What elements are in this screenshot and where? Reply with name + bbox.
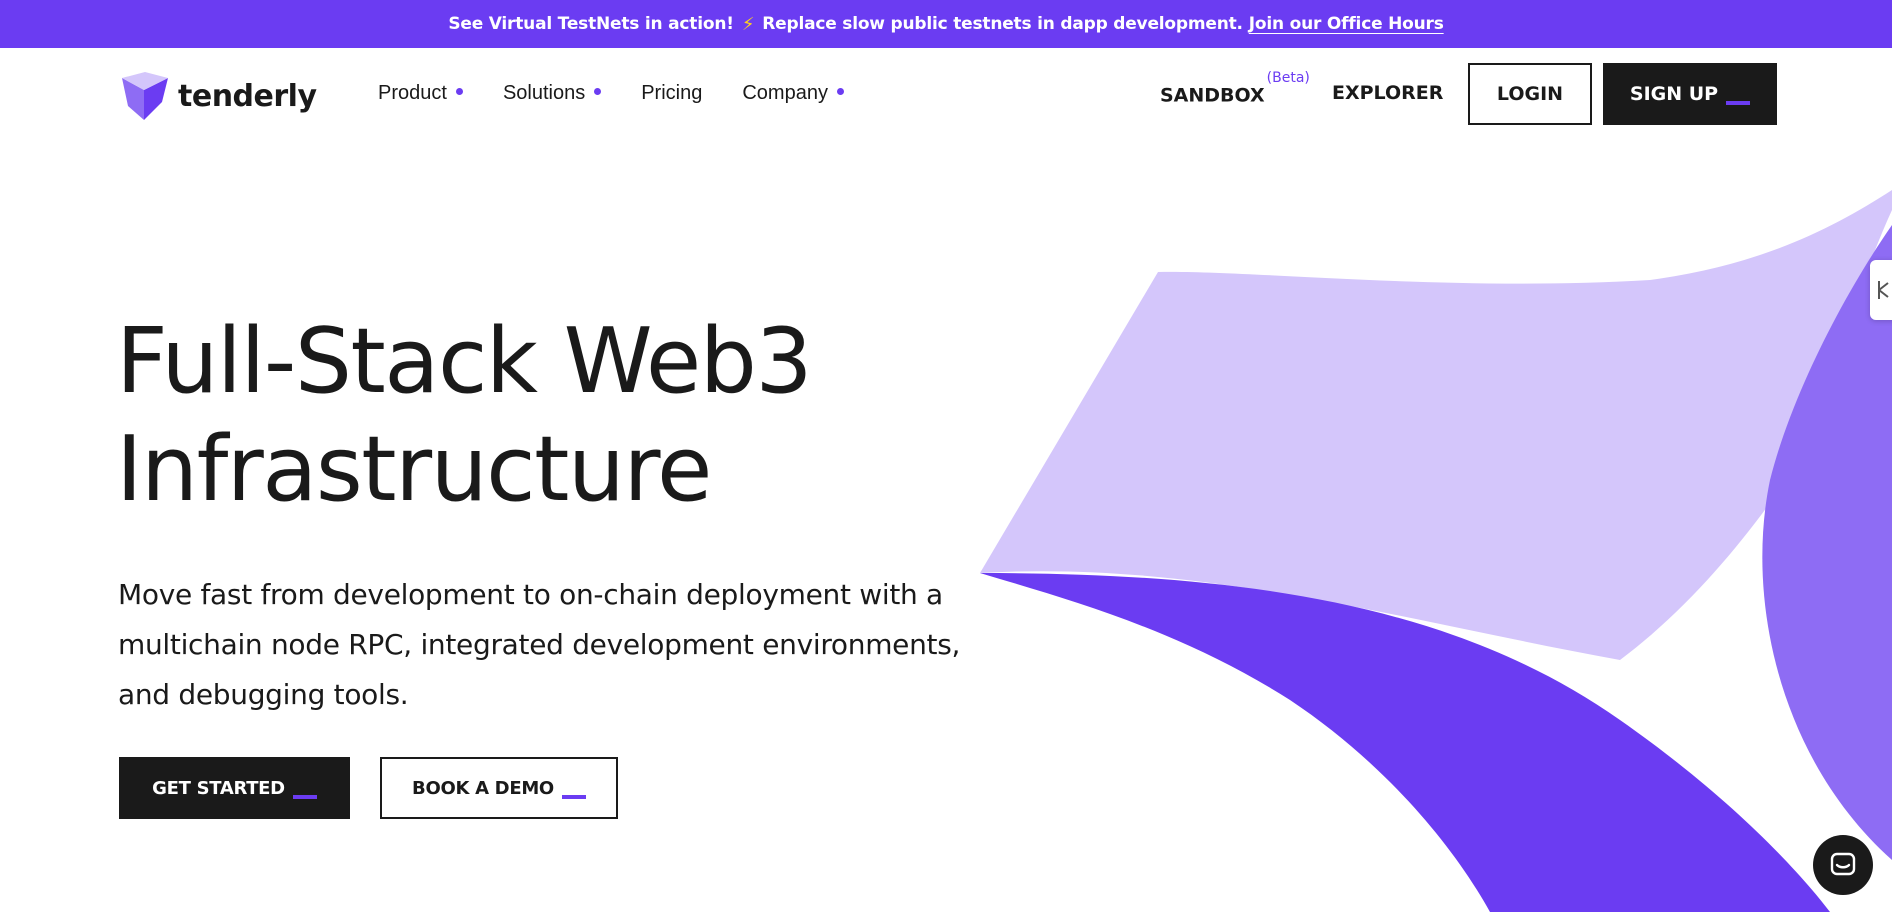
menu-item-solutions[interactable]: Solutions bbox=[502, 82, 602, 105]
menu-item-pricing[interactable]: Pricing bbox=[641, 82, 702, 105]
login-button[interactable]: LOGIN bbox=[1468, 63, 1592, 125]
dropdown-dot-icon bbox=[455, 88, 463, 95]
signup-button[interactable]: SIGN UP bbox=[1603, 63, 1777, 125]
menu-item-company[interactable]: Company bbox=[742, 82, 844, 105]
menu-item-label: Company bbox=[742, 82, 828, 104]
side-toolbar-tab[interactable] bbox=[1870, 260, 1892, 320]
toolbar-icon bbox=[1878, 281, 1889, 299]
menu-item-label: Product bbox=[378, 82, 447, 104]
underscore-accent-icon bbox=[561, 795, 586, 799]
beta-badge: (Beta) bbox=[1266, 70, 1310, 86]
tenderly-logo-icon bbox=[122, 72, 168, 120]
banner-text: See Virtual TestNets in action! bbox=[448, 14, 734, 34]
dropdown-dot-icon bbox=[836, 88, 844, 95]
announcement-banner: See Virtual TestNets in action! ⚡ Replac… bbox=[0, 0, 1892, 48]
underscore-accent-icon bbox=[292, 795, 317, 799]
headline-line-1: Full-Stack Web3 bbox=[116, 309, 813, 414]
menu-item-label: Solutions bbox=[502, 82, 586, 104]
logo[interactable]: tenderly bbox=[122, 72, 317, 120]
main-menu: Product Solutions Pricing Company bbox=[378, 82, 884, 105]
underscore-accent-icon bbox=[1726, 101, 1751, 105]
book-demo-label: BOOK A DEMO bbox=[412, 777, 554, 799]
hero-subtext: Move fast from development to on-chain d… bbox=[118, 578, 961, 711]
hero-headline: Full-Stack Web3 Infrastructure bbox=[116, 308, 1016, 524]
lightning-icon: ⚡ bbox=[741, 13, 755, 35]
office-hours-link[interactable]: Join our Office Hours bbox=[1249, 14, 1444, 34]
get-started-button[interactable]: GET STARTED bbox=[119, 757, 350, 819]
banner-text-secondary: Replace slow public testnets in dapp dev… bbox=[762, 14, 1243, 34]
menu-item-product[interactable]: Product bbox=[378, 82, 463, 105]
book-demo-button[interactable]: BOOK A DEMO bbox=[380, 757, 618, 819]
menu-item-label: Pricing bbox=[641, 82, 703, 104]
headline-line-2: Infrastructure bbox=[116, 417, 712, 522]
sandbox-link[interactable]: SANDBOX(Beta) bbox=[1160, 70, 1310, 107]
get-started-label: GET STARTED bbox=[152, 777, 285, 799]
dropdown-dot-icon bbox=[594, 88, 602, 95]
logo-wordmark: tenderly bbox=[178, 78, 317, 114]
chat-icon bbox=[1830, 852, 1856, 876]
explorer-link[interactable]: EXPLORER bbox=[1332, 82, 1443, 104]
signup-label: SIGN UP bbox=[1629, 83, 1719, 105]
sandbox-label: SANDBOX bbox=[1160, 84, 1265, 107]
login-label: LOGIN bbox=[1496, 83, 1564, 105]
chat-launcher-button[interactable] bbox=[1813, 835, 1873, 895]
